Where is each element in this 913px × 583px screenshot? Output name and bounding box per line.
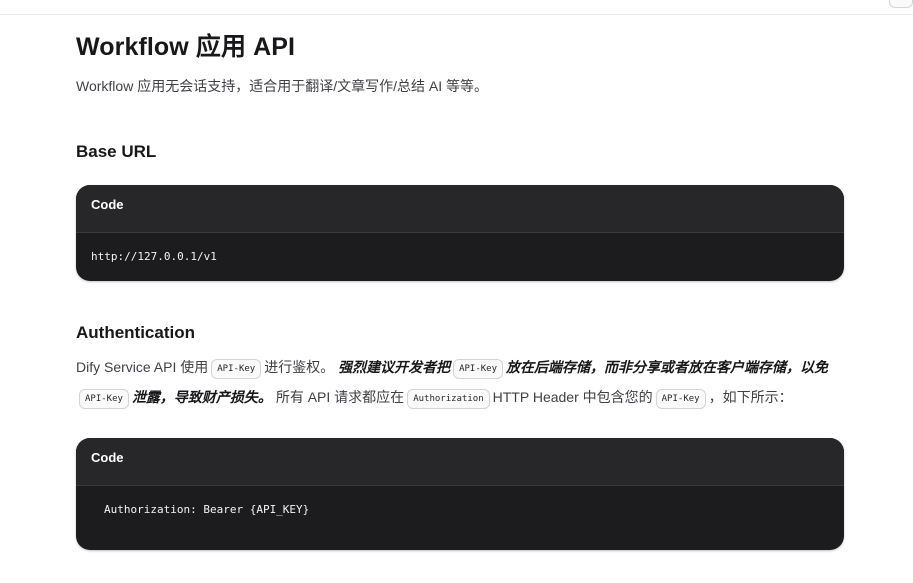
authorization-code-block: Code Authorization: Bearer {API_KEY} (76, 438, 844, 550)
main-content: Workflow 应用 API Workflow 应用无会话支持，适合用于翻译/… (76, 28, 844, 550)
auth-text-4: HTTP Header 中包含您的 (492, 389, 653, 405)
authorization-code-chip: Authorization (407, 389, 490, 409)
auth-text-3: 所有 API 请求都应在 (275, 389, 405, 405)
auth-text-5: ，如下所示： (708, 389, 793, 405)
base-url-heading: Base URL (76, 142, 157, 161)
base-url-code[interactable]: http://127.0.0.1/v1 (76, 233, 844, 281)
auth-warning-3: 泄露，导致财产损失。 (131, 389, 272, 405)
authentication-heading: Authentication (76, 323, 195, 342)
authentication-paragraph: Dify Service API 使用 API-Key 进行鉴权。 强烈建议开发者把… (76, 352, 846, 412)
top-border (0, 0, 913, 15)
page-title: Workflow 应用 API (76, 33, 296, 61)
auth-text-1: Dify Service API 使用 (76, 359, 209, 375)
auth-warning-2: 放在后端存储，而非分享或者放在客户端存储，以免 (506, 359, 829, 375)
code-block-label: Code (76, 185, 844, 233)
api-key-code-chip: API-Key (211, 359, 262, 379)
base-url-code-block: Code http://127.0.0.1/v1 (76, 185, 844, 281)
api-key-code-chip: API-Key (453, 359, 504, 379)
top-right-handle[interactable] (889, 0, 913, 8)
api-key-code-chip: API-Key (655, 389, 706, 409)
auth-text-2: 进行鉴权。 (264, 359, 335, 375)
authorization-code[interactable]: Authorization: Bearer {API_KEY} (76, 486, 844, 550)
page-subtitle: Workflow 应用无会话支持，适合用于翻译/文章写作/总结 AI 等等。 (76, 78, 488, 94)
auth-warning-1: 强烈建议开发者把 (338, 359, 451, 375)
api-key-code-chip: API-Key (79, 389, 129, 409)
code-block-label: Code (76, 438, 844, 486)
